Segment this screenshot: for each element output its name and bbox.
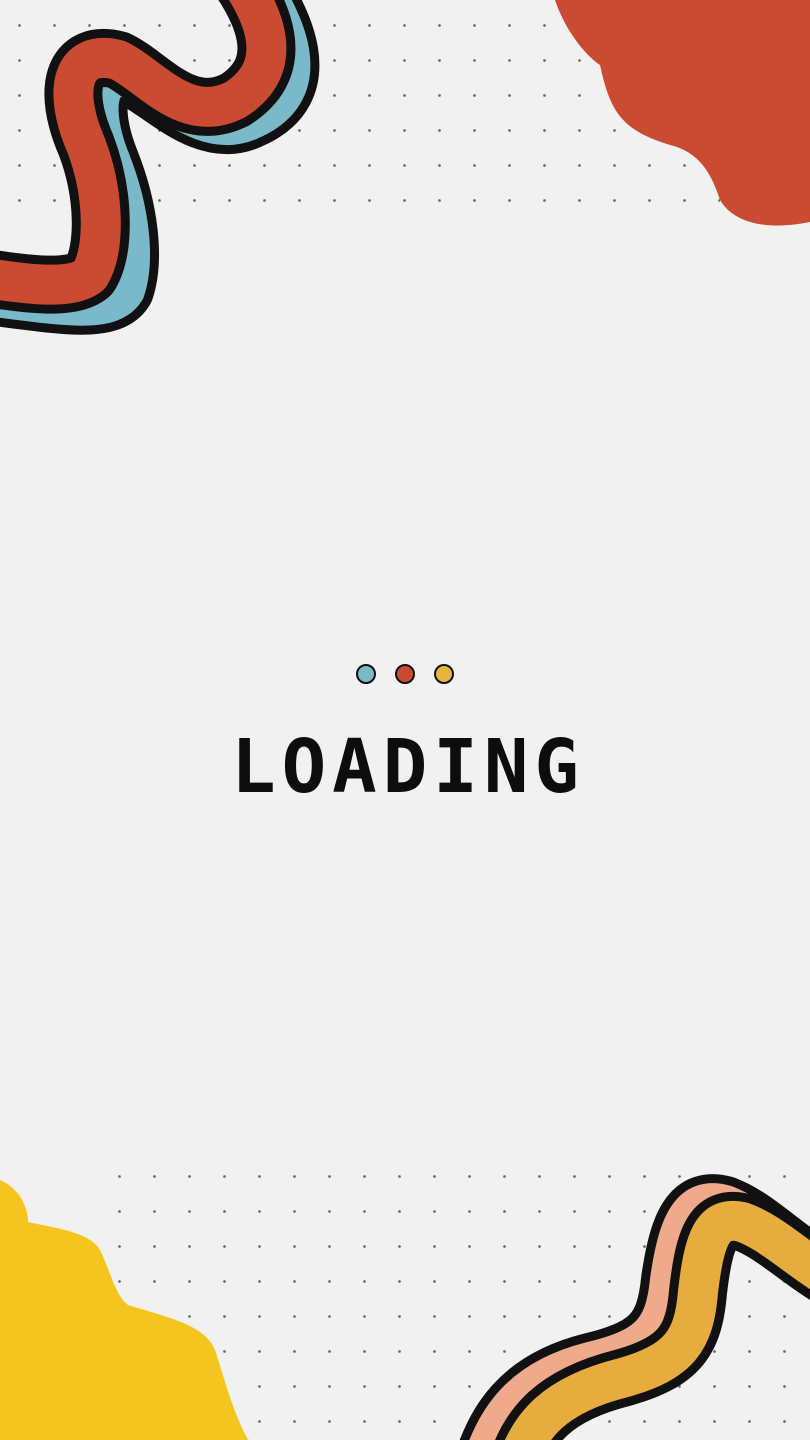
loading-indicator: LOADING [0, 664, 810, 804]
loading-dot-yellow [434, 664, 454, 684]
loading-dots [0, 664, 810, 688]
squiggle-bottom-right [459, 1174, 810, 1440]
red-blob-top-right [555, 0, 810, 226]
loading-label: LOADING [231, 724, 585, 810]
squiggle-top-left [0, 0, 320, 335]
loading-dot-red [395, 664, 415, 684]
loading-dot-blue [356, 664, 376, 684]
loading-screen: LOADING [0, 0, 810, 1440]
yellow-blob-bottom-left [0, 1180, 248, 1440]
